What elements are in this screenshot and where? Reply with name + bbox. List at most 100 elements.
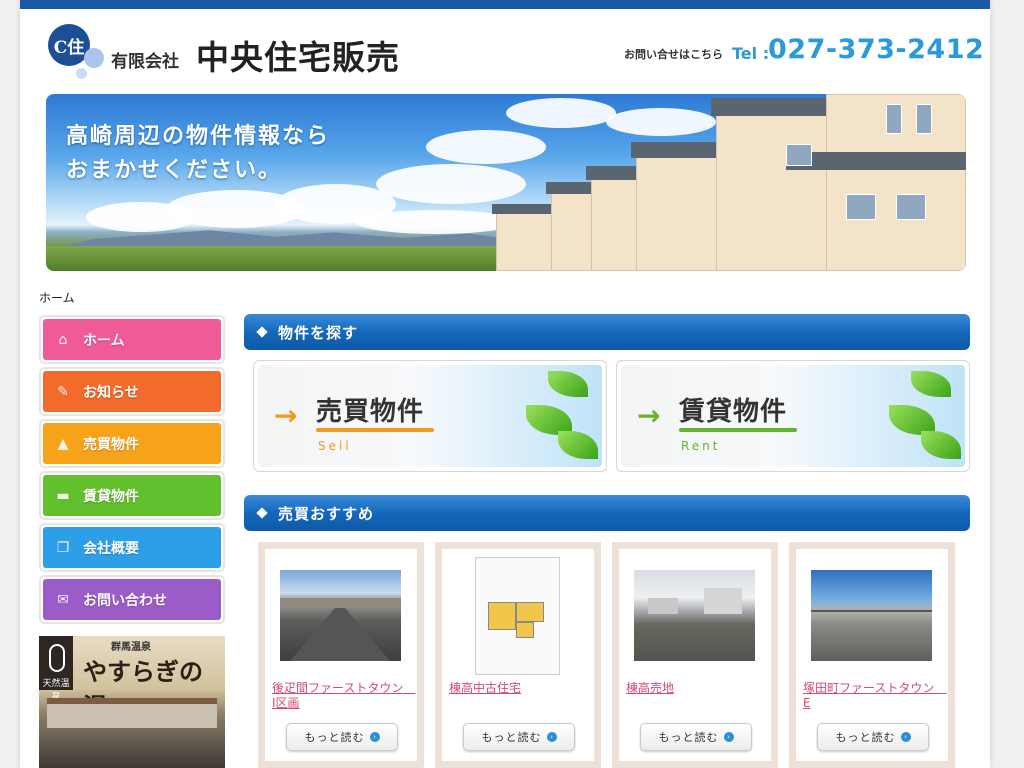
document-icon: ❐ [56,539,70,556]
diamond-icon [256,326,268,338]
section-title: 売買おすすめ [278,504,375,523]
property-card-inner: 棟高売地 もっと読む › [619,549,771,761]
window [786,144,812,166]
property-card-inner: 棟高中古住宅 もっと読む › [442,549,594,761]
nav-item-label: ホーム [83,332,125,349]
photo-building [648,598,678,614]
nav-item-company[interactable]: ❐ 会社概要 [39,523,225,572]
arrow-circle-icon: › [546,732,557,742]
nav-item-label: お知らせ [83,384,139,401]
photo-road [290,608,390,661]
category-underline [316,428,434,432]
tshirt-icon: ▲ [57,435,69,452]
property-card: 棟高売地 もっと読む › [612,542,778,768]
property-card: 塚田町ファーストタウン E もっと読む › [789,542,955,768]
photo-building [704,588,742,614]
house [496,212,556,271]
property-card-inner: 後疋間ファーストタウン Ⅰ区画 もっと読む › [265,549,417,761]
floor-plan-room [516,602,544,622]
hero-headline-1: 高崎周辺の物件情報なら [66,124,331,149]
read-more-button[interactable]: もっと読む › [286,723,398,751]
property-photo[interactable] [280,570,401,661]
arrow-circle-icon: › [900,732,911,742]
nav-item-bg: ❐ 会社概要 [43,527,221,568]
nav-item-bg: ⌂ ホーム [43,319,221,360]
company-name[interactable]: 中央住宅販売 [196,31,400,79]
tel-number[interactable]: 027-373-2412 [768,34,984,65]
leaf [911,371,951,397]
property-photo[interactable] [475,557,560,675]
read-more-button[interactable]: もっと読む › [640,723,752,751]
nav-item-label: 会社概要 [83,540,139,557]
property-link[interactable]: 棟高売地 [626,681,766,696]
category-subtitle: Rent [681,439,721,453]
read-more-label: もっと読む [481,731,542,744]
read-more-label: もっと読む [304,731,365,744]
page: C住 有限会社 中央住宅販売 お問い合せはこちら Tel : 027-373-2… [20,0,990,768]
nav-item-label: 賃貸物件 [83,488,139,505]
cloud [426,130,546,164]
property-link[interactable]: 棟高中古住宅 [449,681,589,696]
nav-item-bg: ▲ 売買物件 [43,423,221,464]
field [46,246,546,271]
logo[interactable]: C住 [48,24,104,80]
floor-plan-room [488,602,516,630]
top-bar [20,0,990,9]
property-link[interactable]: 塚田町ファーストタウン E [803,681,946,711]
logo-dot [84,48,104,68]
cloud [506,98,616,128]
tel-label: Tel : [732,44,770,63]
leaf [558,431,598,459]
photo-horizon [811,610,932,612]
category-title: 賃貸物件 [679,397,788,427]
mail-icon: ✉ [57,591,69,608]
arrow-circle-icon: › [369,732,380,742]
property-photo[interactable] [811,570,932,661]
category-card-bg: → 売買物件 Sell [258,365,602,467]
nav-item-home[interactable]: ⌂ ホーム [39,315,225,364]
arrow-circle-icon: › [723,732,734,742]
read-more-label: もっと読む [658,731,719,744]
nav-item-bg: ✉ お問い合わせ [43,579,221,620]
nav-item-news[interactable]: ✎ お知らせ [39,367,225,416]
house-roof [492,204,560,214]
category-underline [679,428,797,432]
diamond-icon [256,507,268,519]
floor-plan-room [516,622,534,638]
category-card-bg: → 賃貸物件 Rent [621,365,965,467]
nav-item-bg: ▬ 賃貸物件 [43,475,221,516]
section-search-header: 物件を探す [244,314,970,350]
section-title: 物件を探す [278,323,359,342]
nav-item-label: 売買物件 [83,436,139,453]
section-recommend-header: 売買おすすめ [244,495,970,531]
nav-item-bg: ✎ お知らせ [43,371,221,412]
property-link[interactable]: 後疋間ファーストタウン Ⅰ区画 [272,681,415,711]
leaf [921,431,961,459]
window [896,194,926,220]
property-card: 棟高中古住宅 もっと読む › [435,542,601,768]
category-subtitle: Sell [318,439,352,453]
cloud [376,164,526,204]
read-more-button[interactable]: もっと読む › [463,723,575,751]
onsen-banner[interactable]: 天然温泉 群馬温泉 やすらぎの湯 [39,636,225,768]
nav-item-rent[interactable]: ▬ 賃貸物件 [39,471,225,520]
nav-item-label: お問い合わせ [83,592,167,609]
category-sale-button[interactable]: → 売買物件 Sell [253,360,607,472]
nav-item-sale[interactable]: ▲ 売買物件 [39,419,225,468]
window [886,104,902,134]
property-photo[interactable] [634,570,755,661]
house-icon: ⌂ [58,331,68,348]
category-title: 売買物件 [316,397,425,427]
arrow-right-icon: → [637,399,661,432]
hero-image: 高崎周辺の物件情報なら おまかせください。 [46,94,966,271]
category-rent-button[interactable]: → 賃貸物件 Rent [616,360,970,472]
read-more-button[interactable]: もっと読む › [817,723,929,751]
pushpin-icon: ✎ [57,383,69,400]
hero-headline-2: おまかせください。 [66,158,283,183]
folder-icon: ▬ [56,487,70,504]
company-prefix: 有限会社 [111,52,179,72]
nav-item-contact[interactable]: ✉ お問い合わせ [39,575,225,624]
breadcrumb: ホーム [39,291,75,305]
window [846,194,876,220]
property-card: 後疋間ファーストタウン Ⅰ区画 もっと読む › [258,542,424,768]
